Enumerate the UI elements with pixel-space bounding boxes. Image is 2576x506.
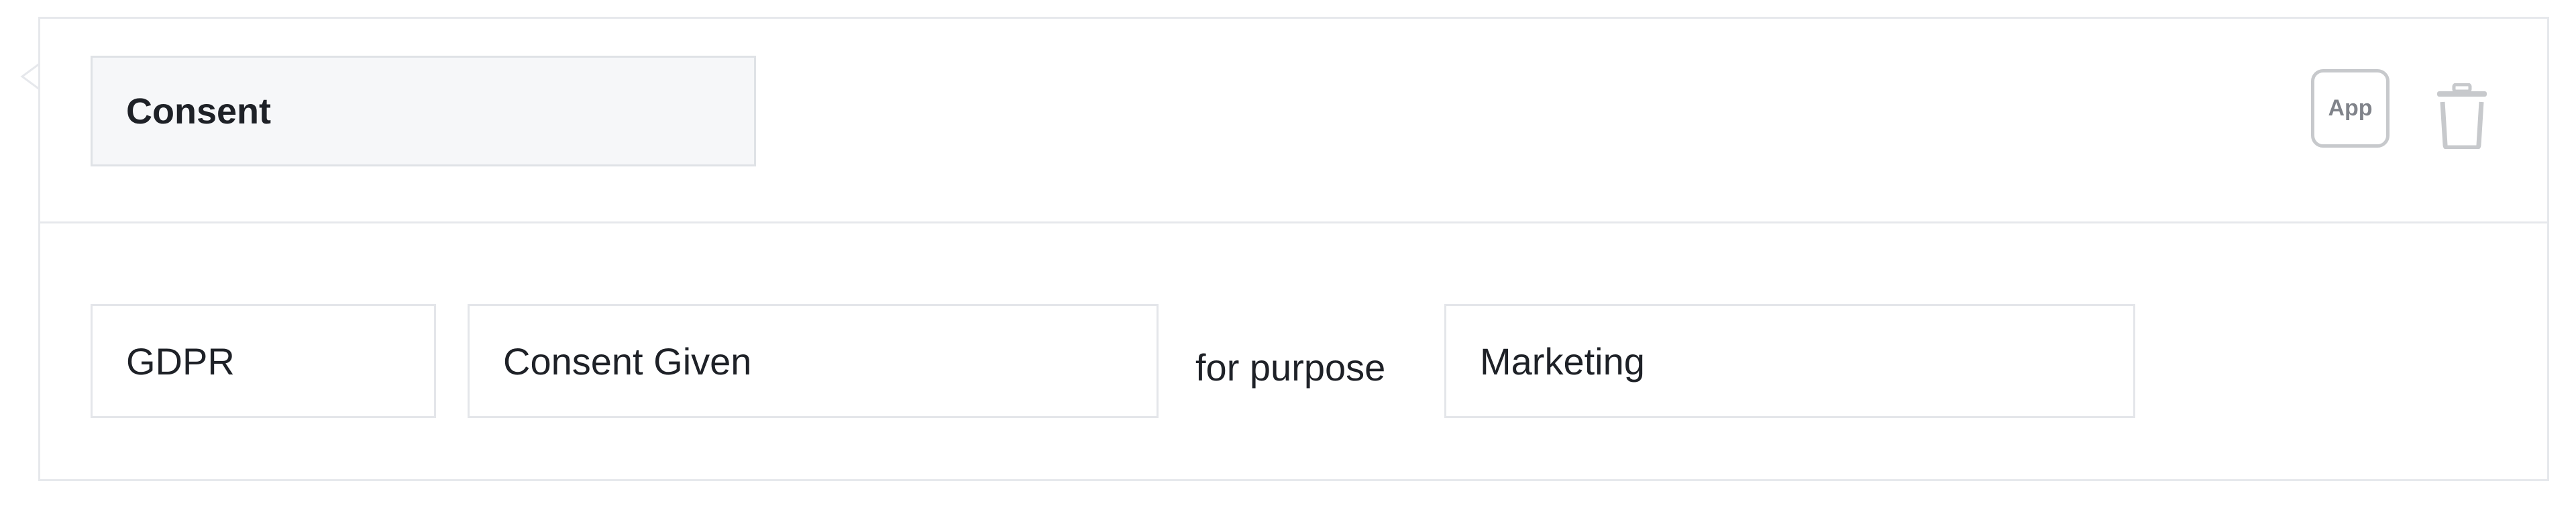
regulation-select[interactable]: GDPR <box>91 304 436 418</box>
condition-row: GDPR Consent Given for purpose Marketing <box>40 223 2547 483</box>
app-toggle-button[interactable]: App <box>2311 69 2390 148</box>
rule-title-field[interactable]: Consent <box>91 56 756 166</box>
delete-button[interactable] <box>2425 79 2499 153</box>
connector-label: for purpose <box>1195 346 1386 389</box>
consent-rule-card: Consent App GDPR Consent Given for purpo… <box>38 17 2549 481</box>
consent-status-select[interactable]: Consent Given <box>468 304 1159 418</box>
purpose-select[interactable]: Marketing <box>1444 304 2135 418</box>
trash-icon <box>2437 83 2487 149</box>
card-header: Consent App <box>40 19 2547 223</box>
